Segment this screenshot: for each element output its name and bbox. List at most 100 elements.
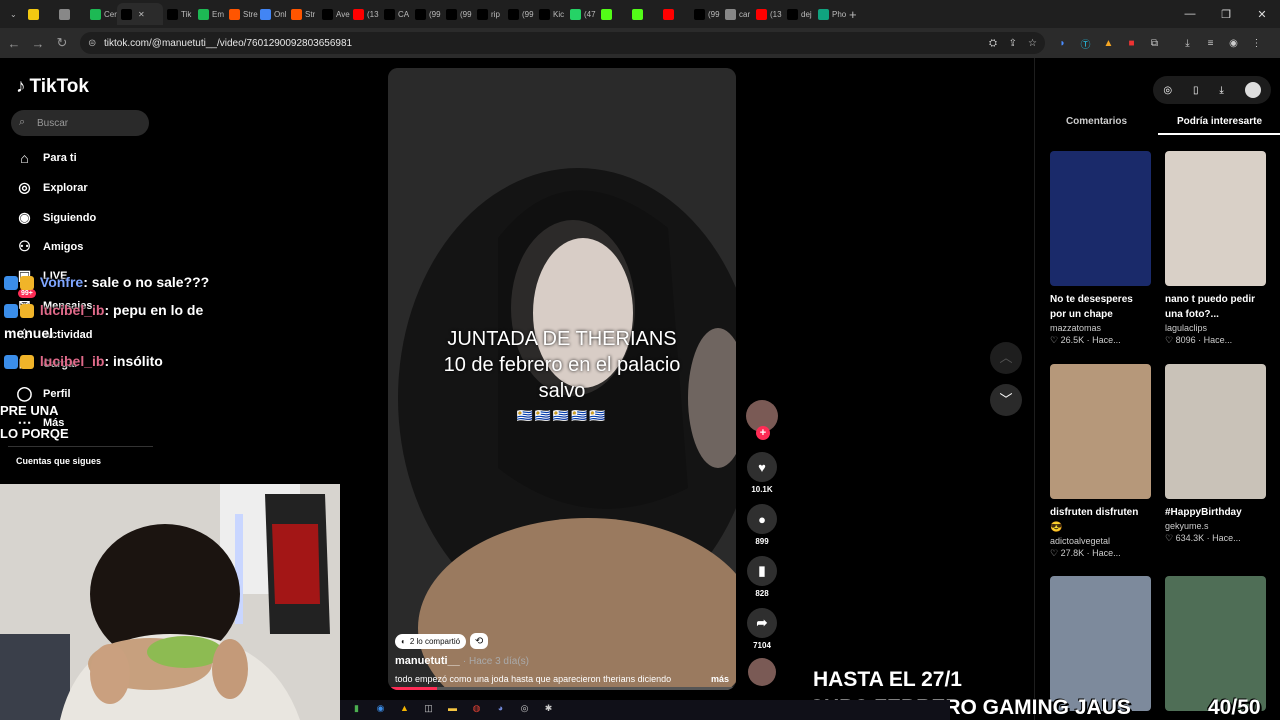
browser-tab[interactable]: Em bbox=[194, 3, 225, 25]
browser-tab[interactable]: Stre bbox=[225, 3, 258, 25]
card-username[interactable]: mazzatomas bbox=[1050, 323, 1151, 333]
close-window-icon[interactable]: ✕ bbox=[1244, 8, 1280, 21]
app-icon[interactable]: ▲ bbox=[396, 703, 413, 717]
sidebar-item-perfil[interactable]: ◯ Perfil bbox=[16, 385, 71, 402]
app-icon[interactable]: ▮ bbox=[348, 703, 365, 717]
tab-menu-button[interactable]: ⌄ bbox=[6, 3, 24, 25]
sidebar-item-parati[interactable]: ⌂ Para ti bbox=[16, 150, 76, 166]
video-player[interactable]: JUNTADA DE THERIANS 10 de febrero en el … bbox=[388, 68, 736, 690]
browser-tab[interactable]: dej bbox=[783, 3, 814, 25]
maximize-icon[interactable]: ❐ bbox=[1208, 8, 1244, 21]
more-link[interactable]: más bbox=[711, 674, 729, 684]
card-username[interactable]: lagulaclips bbox=[1165, 323, 1266, 333]
reading-list-icon[interactable]: ≡ bbox=[1200, 38, 1221, 49]
suggested-video-card[interactable]: #HappyBirthday gekyume.s ♡ 634.3K · Hace..… bbox=[1165, 364, 1266, 544]
like-button[interactable]: ♥ 10.1K bbox=[744, 452, 780, 494]
browser-tab[interactable]: (13 bbox=[349, 3, 380, 25]
profile-avatar[interactable] bbox=[1244, 82, 1261, 98]
browser-tab[interactable] bbox=[628, 3, 659, 25]
browser-tab[interactable] bbox=[659, 3, 690, 25]
video-progress-bar[interactable] bbox=[388, 687, 736, 690]
browser-tab[interactable]: (13 bbox=[752, 3, 783, 25]
suggested-video-card[interactable] bbox=[1165, 576, 1266, 711]
browser-tab[interactable]: car bbox=[721, 3, 752, 25]
sidebar-item-amigos[interactable]: ⚇ Amigos bbox=[16, 238, 83, 255]
browser-menu-icon[interactable]: ⋮ bbox=[1246, 38, 1267, 49]
app-icon[interactable]: ◎ bbox=[516, 703, 533, 717]
browser-tab[interactable]: Ave bbox=[318, 3, 350, 25]
address-bar[interactable]: ⊜ tiktok.com/@manuetuti__/video/76012900… bbox=[80, 32, 1045, 54]
chrome-icon[interactable]: ◍ bbox=[468, 703, 485, 717]
sidebar-item-siguiendo[interactable]: ◉ Siguiendo bbox=[16, 209, 96, 226]
extension-icon[interactable]: ▲ bbox=[1098, 38, 1119, 49]
author-name[interactable]: manuetuti__ bbox=[395, 655, 460, 667]
browser-tab[interactable]: Cer bbox=[86, 3, 117, 25]
share-button[interactable]: ➦ 7104 bbox=[744, 608, 780, 650]
discord-icon[interactable]: ◕ bbox=[492, 703, 509, 717]
browser-tab[interactable]: (99 bbox=[442, 3, 473, 25]
browser-tab[interactable] bbox=[55, 3, 86, 25]
close-tab-icon[interactable]: ✕ bbox=[138, 10, 145, 19]
save-button[interactable]: ▮ 828 bbox=[744, 556, 780, 598]
profile-avatar[interactable]: ◉ bbox=[1223, 38, 1244, 49]
suggested-video-card[interactable] bbox=[1050, 576, 1151, 711]
browser-tab[interactable]: (99 bbox=[411, 3, 442, 25]
forward-icon[interactable]: → bbox=[26, 36, 50, 51]
browser-tab[interactable]: Kic bbox=[535, 3, 566, 25]
search-input[interactable]: ⌕ Buscar bbox=[11, 110, 149, 136]
browser-tab[interactable]: rip bbox=[473, 3, 504, 25]
adblock-icon[interactable]: ■ bbox=[1121, 38, 1142, 49]
new-tab-button[interactable]: + bbox=[845, 3, 867, 25]
suggested-video-card[interactable]: No te desesperes por un chape mazzatomas ♡… bbox=[1050, 151, 1151, 346]
card-username[interactable]: gekyume.s bbox=[1165, 521, 1266, 531]
folder-icon[interactable]: ▬ bbox=[444, 703, 461, 717]
suggested-video-card[interactable]: nano t puedo pedir una foto?... lagulacli… bbox=[1165, 151, 1266, 346]
download-icon[interactable]: ⤓ bbox=[1219, 85, 1223, 96]
extension-icon[interactable]: ◗ bbox=[1052, 38, 1073, 49]
bookmark-star-icon[interactable]: ☆ bbox=[1028, 38, 1037, 49]
browser-tab[interactable]: (47 bbox=[566, 3, 597, 25]
app-icon[interactable]: ✱ bbox=[540, 703, 557, 717]
follow-plus-icon[interactable]: + bbox=[756, 426, 770, 440]
app-icon[interactable]: ◉ bbox=[372, 703, 389, 717]
app-icon[interactable]: ◫ bbox=[420, 703, 437, 717]
browser-tab[interactable]: Onl bbox=[256, 3, 287, 25]
sidebar-item-explorar[interactable]: ◎ Explorar bbox=[16, 179, 87, 196]
browser-tab[interactable] bbox=[24, 3, 55, 25]
device-icon[interactable]: ▯ bbox=[1193, 85, 1199, 96]
browser-tab[interactable] bbox=[597, 3, 628, 25]
video-thumbnail[interactable] bbox=[1050, 151, 1151, 286]
install-icon[interactable]: ⇪ bbox=[1009, 38, 1017, 49]
extensions-puzzle-icon[interactable]: ⧉ bbox=[1144, 38, 1165, 49]
previous-video-button[interactable]: ︿ bbox=[990, 342, 1022, 374]
comment-button[interactable]: ● 899 bbox=[744, 504, 780, 546]
video-thumbnail[interactable] bbox=[1050, 576, 1151, 711]
video-thumbnail[interactable] bbox=[1050, 364, 1151, 499]
browser-tab[interactable]: (99 bbox=[690, 3, 721, 25]
browser-tab[interactable]: (99 bbox=[504, 3, 535, 25]
video-thumbnail[interactable] bbox=[1165, 364, 1266, 499]
repost-icon[interactable]: ⟲ bbox=[470, 633, 489, 649]
creator-avatar-button[interactable]: + bbox=[744, 400, 780, 440]
browser-tab[interactable]: Str bbox=[287, 3, 318, 25]
browser-tab[interactable]: Tik bbox=[163, 3, 194, 25]
browser-tab[interactable]: ✕ bbox=[117, 3, 163, 25]
back-icon[interactable]: ← bbox=[2, 36, 26, 51]
translate-icon[interactable]: ⛭ bbox=[989, 38, 997, 49]
site-info-icon[interactable]: ⊜ bbox=[88, 38, 96, 49]
extension-icon[interactable]: Ⓣ bbox=[1075, 36, 1096, 51]
tab-suggested[interactable]: Podría interesarte bbox=[1158, 114, 1280, 135]
explore-icon[interactable]: ◎ bbox=[1163, 85, 1172, 96]
card-username[interactable]: adictoalvegetal bbox=[1050, 536, 1151, 546]
suggested-video-card[interactable]: disfruten disfruten 😎 adictoalvegetal ♡ 27… bbox=[1050, 364, 1151, 559]
browser-tab[interactable]: Pho bbox=[814, 3, 846, 25]
next-video-button[interactable]: ﹀ bbox=[990, 384, 1022, 416]
tiktok-logo[interactable]: ♪ TikTok bbox=[16, 76, 89, 98]
sound-avatar[interactable] bbox=[744, 658, 780, 686]
minimize-icon[interactable]: — bbox=[1172, 8, 1208, 20]
browser-tab[interactable]: CA bbox=[380, 3, 411, 25]
shared-by-chip[interactable]: ◐ 2 lo compartió bbox=[395, 633, 467, 649]
video-thumbnail[interactable] bbox=[1165, 576, 1266, 711]
tab-comments[interactable]: Comentarios bbox=[1035, 114, 1158, 135]
video-thumbnail[interactable] bbox=[1165, 151, 1266, 286]
